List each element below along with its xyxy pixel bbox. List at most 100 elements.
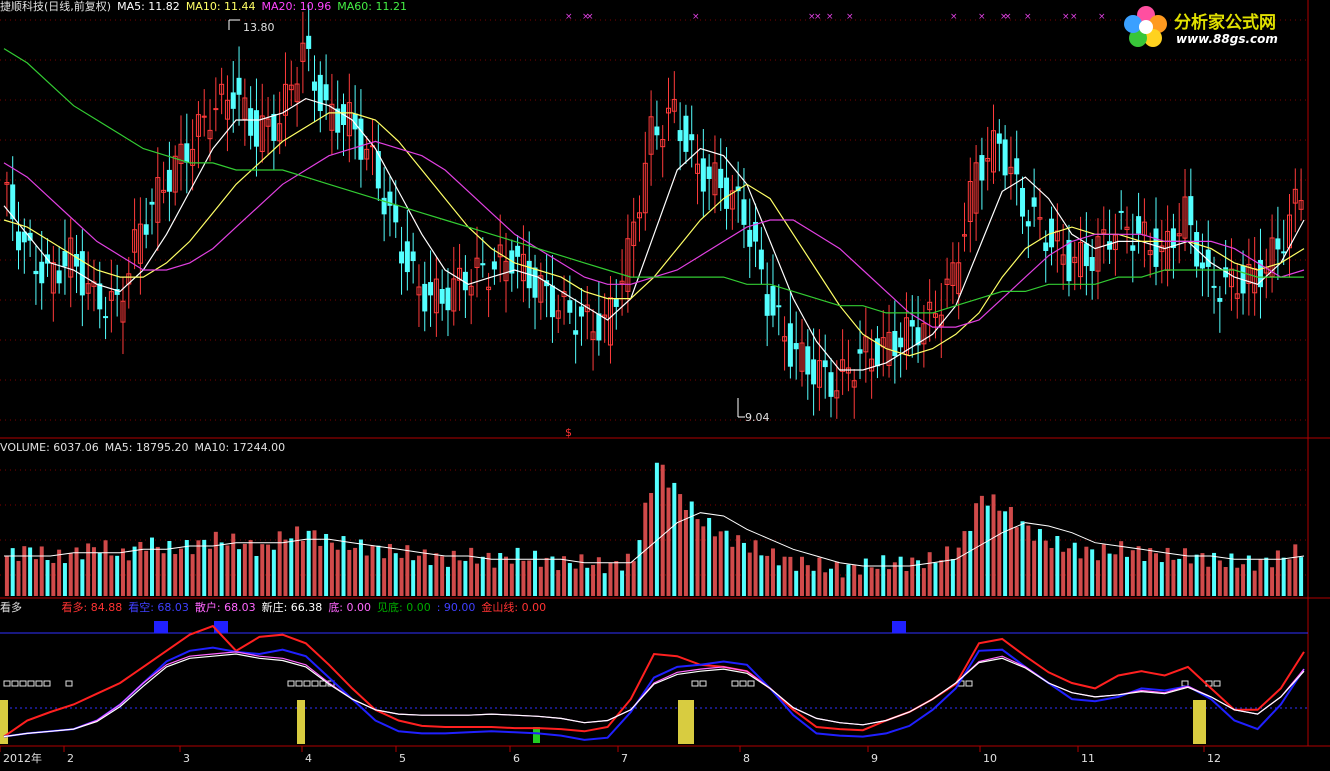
candle-body bbox=[149, 201, 155, 205]
volume-bar bbox=[579, 554, 584, 596]
volume-bar bbox=[126, 560, 131, 596]
signal-x-mark-13: × bbox=[1062, 12, 1070, 22]
volume-bar bbox=[683, 510, 688, 596]
candle-body bbox=[404, 241, 410, 273]
volume-bar bbox=[933, 562, 938, 596]
candle-body bbox=[271, 113, 277, 141]
signal-x-mark-6: × bbox=[826, 12, 834, 22]
volume-bar bbox=[672, 482, 677, 596]
candle-body bbox=[480, 263, 486, 266]
volume-bar bbox=[155, 546, 160, 596]
candle-body bbox=[724, 177, 730, 209]
indicator-item-3: 新庄: 66.38 bbox=[261, 601, 323, 614]
volume-bar bbox=[678, 494, 683, 596]
volume-bar bbox=[1229, 553, 1234, 596]
volume-bar bbox=[1066, 548, 1071, 596]
candle-body bbox=[56, 270, 62, 284]
candle-body bbox=[445, 287, 451, 311]
volume-bar bbox=[921, 568, 926, 596]
volume-bar bbox=[1154, 553, 1159, 596]
volume-bar bbox=[295, 526, 300, 596]
volume-bar bbox=[939, 560, 944, 596]
volume-bar bbox=[492, 567, 497, 596]
signal-box bbox=[27, 680, 35, 687]
candle-body bbox=[996, 133, 1002, 144]
volume-bar bbox=[515, 547, 520, 596]
volume-bar bbox=[1003, 511, 1008, 596]
volume-bar bbox=[1014, 527, 1019, 596]
volume-bar bbox=[1078, 558, 1083, 596]
signal-x-mark-15: × bbox=[1098, 12, 1106, 22]
volume-bar bbox=[782, 556, 787, 596]
signal-x-mark-7: × bbox=[846, 12, 854, 22]
volume-bar bbox=[701, 526, 706, 596]
volume-bar bbox=[1212, 552, 1217, 596]
volume-bar bbox=[834, 561, 839, 596]
signal-box bbox=[35, 680, 43, 687]
volume-bar bbox=[1223, 567, 1228, 596]
volume-bar bbox=[1136, 546, 1141, 596]
indicator-item-6: : 90.00 bbox=[436, 601, 476, 614]
volume-bar bbox=[794, 570, 799, 596]
signal-box bbox=[65, 680, 73, 687]
dollar-marker: $ bbox=[565, 426, 572, 439]
volume-bar bbox=[202, 539, 207, 596]
x-axis-label-5: 6 bbox=[513, 752, 520, 765]
candle-body bbox=[793, 343, 799, 350]
candle-body bbox=[230, 92, 236, 109]
volume-bar bbox=[254, 555, 259, 596]
volume-bar bbox=[22, 546, 27, 596]
signal-box bbox=[303, 680, 311, 687]
signal-box bbox=[43, 680, 51, 687]
volume-bar bbox=[712, 536, 717, 596]
volume-bar bbox=[16, 560, 21, 596]
top-signal-block-1 bbox=[214, 621, 228, 633]
volume-bar bbox=[68, 552, 73, 596]
candle-body bbox=[805, 346, 811, 375]
volume-bar bbox=[1299, 557, 1304, 596]
volume-bar bbox=[33, 559, 38, 596]
volume-bar bbox=[753, 540, 758, 596]
signal-box bbox=[287, 680, 295, 687]
volume-bar bbox=[51, 562, 56, 596]
volume-bar bbox=[695, 519, 700, 596]
volume-bar bbox=[45, 560, 50, 596]
volume-bar bbox=[451, 550, 456, 596]
signal-box bbox=[11, 680, 19, 687]
low-price-label: 9.04 bbox=[745, 411, 770, 424]
volume-bar bbox=[585, 567, 590, 596]
candle-body bbox=[1118, 210, 1124, 213]
x-axis-label-8: 9 bbox=[871, 752, 878, 765]
volume-bar bbox=[654, 462, 659, 596]
volume-bar bbox=[509, 563, 514, 596]
signal-x-mark-2: × bbox=[586, 12, 594, 22]
candle-body bbox=[567, 300, 573, 313]
volume-bar bbox=[765, 555, 770, 596]
volume-bar bbox=[1206, 566, 1211, 596]
candle-body bbox=[1107, 241, 1113, 250]
volume-bar bbox=[28, 547, 33, 596]
volume-bar bbox=[132, 546, 137, 596]
candle-body bbox=[253, 110, 259, 147]
x-axis-label-11: 12 bbox=[1207, 752, 1221, 765]
volume-bar bbox=[1293, 544, 1298, 596]
volume-bar bbox=[1275, 550, 1280, 596]
volume-bar bbox=[631, 561, 636, 596]
volume-bar bbox=[666, 487, 671, 596]
volume-bar bbox=[823, 572, 828, 596]
volume-bar bbox=[974, 503, 979, 596]
volume-bar bbox=[927, 552, 932, 596]
stock-chart[interactable]: 13.809.04$× ×× × ×× × × × × ×× × × × ×2012年 2 3 4 5 6 7 8 9 1… bbox=[0, 0, 1330, 771]
signal-box bbox=[965, 680, 973, 687]
candle-body bbox=[613, 298, 619, 307]
volume-bar bbox=[1130, 550, 1135, 596]
volume-bar bbox=[1148, 548, 1153, 596]
volume-bar bbox=[1055, 536, 1060, 596]
volume-bar bbox=[416, 555, 421, 596]
candle-body bbox=[21, 231, 27, 243]
volume-bar bbox=[1107, 553, 1112, 596]
volume-bar bbox=[741, 542, 746, 596]
volume-bar bbox=[1072, 542, 1077, 596]
indicator-header: 看多 看多: 84.88 看空: 68.03 散户: 68.03 新庄: 66.38 底… bbox=[0, 601, 552, 614]
volume-bar bbox=[544, 557, 549, 596]
